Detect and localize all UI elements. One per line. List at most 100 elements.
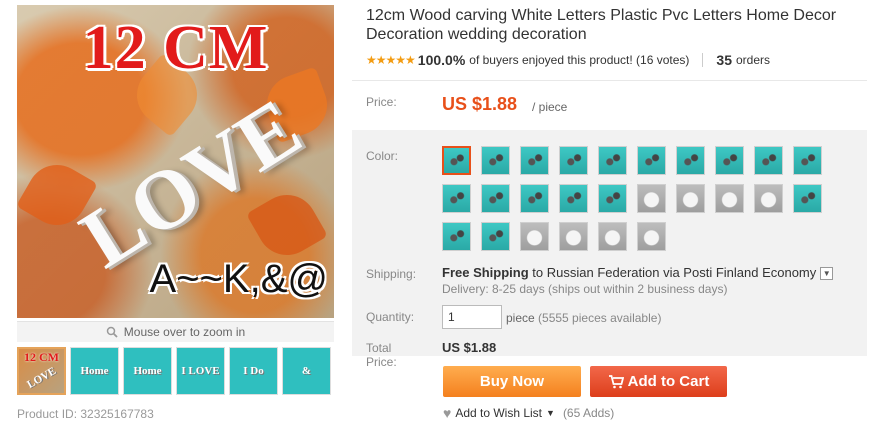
color-label: Color:: [366, 149, 399, 163]
orders-label: orders: [735, 53, 770, 67]
options-panel: Color: Shipping: Free Shipping to Russia…: [352, 130, 867, 356]
color-swatch[interactable]: [559, 146, 588, 175]
thumbnail-sub: LOVE: [24, 365, 59, 391]
zoom-hint-text: Mouse over to zoom in: [123, 325, 246, 339]
rating-row: ★★★★★ 100.0% of buyers enjoyed this prod…: [366, 52, 770, 68]
chevron-down-icon[interactable]: ▼: [820, 267, 834, 281]
add-to-wishlist-link[interactable]: Add to Wish List: [455, 406, 542, 420]
rating-percent: 100.0%: [417, 52, 466, 68]
add-to-cart-label: Add to Cart: [627, 373, 710, 390]
wishlist-count: (65 Adds): [562, 406, 615, 420]
swatch-image: [755, 185, 782, 212]
cart-icon: [608, 374, 624, 388]
price-value: US $1.88: [442, 94, 518, 114]
thumbnail-label: 12 CM: [24, 350, 59, 364]
divider: [702, 53, 704, 67]
thumbnail[interactable]: &: [282, 347, 331, 395]
color-swatch[interactable]: [715, 184, 744, 213]
color-swatch[interactable]: [754, 146, 783, 175]
orders-count: 35: [716, 52, 732, 68]
price-row: Price: US $1.88 / piece: [352, 80, 867, 130]
swatch-image: [482, 147, 509, 174]
rating-text[interactable]: of buyers enjoyed this product! (16 vote…: [469, 53, 689, 67]
color-swatch[interactable]: [520, 184, 549, 213]
thumbnail[interactable]: I LOVE: [176, 347, 225, 395]
color-swatch[interactable]: [442, 184, 471, 213]
swatch-image: [443, 185, 470, 212]
thumbnail-sub: Home: [133, 365, 162, 377]
free-shipping-text: Free Shipping: [442, 265, 529, 280]
swatch-image: [638, 147, 665, 174]
quantity-label: Quantity:: [366, 310, 415, 324]
swatch-image: [560, 223, 587, 250]
swatch-image: [716, 147, 743, 174]
color-swatch[interactable]: [598, 222, 627, 251]
image-size-title: 12 CM: [82, 14, 269, 82]
swatch-image: [716, 185, 743, 212]
swatch-image: [794, 185, 821, 212]
swatch-image: [599, 185, 626, 212]
chevron-down-icon[interactable]: ▼: [546, 408, 555, 418]
price-unit: / piece: [532, 100, 568, 114]
color-swatch[interactable]: [520, 146, 549, 175]
product-title: 12cm Wood carving White Letters Plastic …: [366, 7, 837, 43]
color-swatch[interactable]: [793, 184, 822, 213]
total-label: Total Price:: [366, 341, 397, 369]
heart-icon[interactable]: ♥: [443, 405, 451, 421]
thumbnail-sub: Home: [80, 365, 109, 377]
main-product-image[interactable]: 12 CM LOVE A~~K,&@: [17, 5, 334, 318]
thumbnail[interactable]: I Do: [229, 347, 278, 395]
color-swatch[interactable]: [442, 222, 471, 251]
shipping-info: Free Shipping to Russian Federation via …: [442, 265, 834, 281]
thumbnail[interactable]: Home: [123, 347, 172, 395]
color-swatch[interactable]: [481, 222, 510, 251]
buy-now-button[interactable]: Buy Now: [443, 366, 581, 397]
color-swatch[interactable]: [520, 222, 549, 251]
thumbnail[interactable]: Home: [70, 347, 119, 395]
color-swatch[interactable]: [754, 184, 783, 213]
swatch-image: [521, 223, 548, 250]
swatch-image: [638, 223, 665, 250]
swatch-image: [482, 223, 509, 250]
color-swatch[interactable]: [793, 146, 822, 175]
image-caption: A~~K,&@: [149, 257, 328, 301]
quantity-availability: piece (5555 pieces available): [506, 311, 661, 325]
magnifier-icon: [106, 326, 118, 338]
swatch-image: [677, 147, 704, 174]
color-swatch[interactable]: [559, 222, 588, 251]
color-swatch-list: [442, 146, 822, 251]
thumbnail[interactable]: 12 CM LOVE: [17, 347, 66, 395]
add-to-cart-button[interactable]: Add to Cart: [590, 366, 727, 397]
color-swatch[interactable]: [442, 146, 471, 175]
swatch-image: [794, 147, 821, 174]
color-swatch[interactable]: [481, 184, 510, 213]
star-rating-icon[interactable]: ★★★★★: [366, 53, 416, 67]
color-swatch[interactable]: [637, 222, 666, 251]
shipping-destination: to Russian Federation via Posti Finland …: [528, 265, 817, 280]
swatch-image: [560, 185, 587, 212]
color-swatch[interactable]: [598, 184, 627, 213]
color-swatch[interactable]: [559, 184, 588, 213]
total-value: US $1.88: [442, 340, 497, 355]
swatch-image: [443, 223, 470, 250]
color-swatch[interactable]: [676, 146, 705, 175]
delivery-time: Delivery: 8-25 days (ships out within 2 …: [442, 282, 728, 296]
color-swatch[interactable]: [637, 146, 666, 175]
quantity-unit: piece: [506, 311, 535, 325]
zoom-hint-bar: Mouse over to zoom in: [17, 321, 334, 342]
color-swatch[interactable]: [598, 146, 627, 175]
swatch-image: [444, 148, 469, 173]
swatch-image: [521, 147, 548, 174]
swatch-image: [482, 185, 509, 212]
quantity-input[interactable]: [442, 305, 502, 329]
color-swatch[interactable]: [637, 184, 666, 213]
thumbnail-sub: &: [301, 365, 312, 377]
wishlist-row: ♥ Add to Wish List ▼ (65 Adds): [443, 405, 614, 421]
swatch-image: [521, 185, 548, 212]
available-count: (5555 pieces available): [538, 311, 662, 325]
price-label: Price:: [366, 95, 397, 109]
swatch-image: [560, 147, 587, 174]
color-swatch[interactable]: [676, 184, 705, 213]
color-swatch[interactable]: [715, 146, 744, 175]
color-swatch[interactable]: [481, 146, 510, 175]
